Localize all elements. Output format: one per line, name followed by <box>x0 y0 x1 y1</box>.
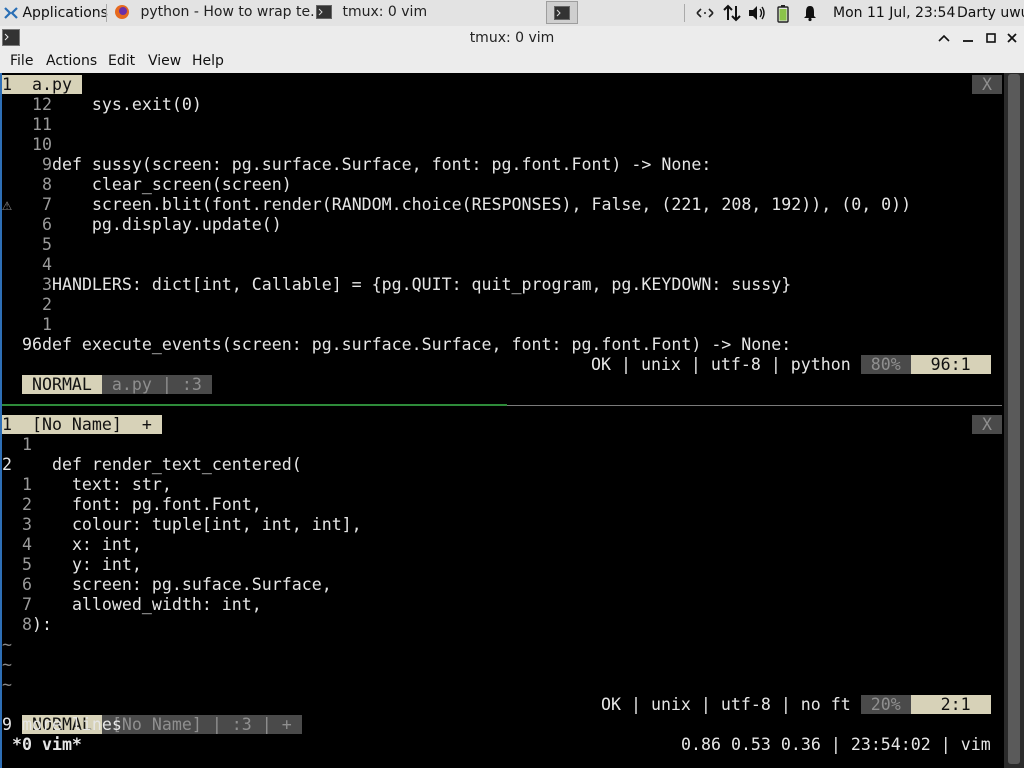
code-line-current: 2 def render_text_centered( <box>2 455 302 474</box>
code-line: 5 <box>41 235 52 254</box>
updown-arrows-icon[interactable] <box>722 0 742 26</box>
tmux-window-list[interactable]: *0 vim* <box>2 735 82 755</box>
pane-separator-active <box>2 404 507 406</box>
code-line: 10 <box>31 135 52 154</box>
panel-divider <box>684 4 685 22</box>
empty-line-tilde: ~ <box>2 675 12 694</box>
code-line: 8): <box>21 615 52 634</box>
menu-file[interactable]: File <box>10 50 33 73</box>
minimize-icon[interactable] <box>960 30 976 46</box>
window-titlebar[interactable]: tmux: 0 vim <box>0 26 1024 51</box>
network-icon[interactable] <box>694 0 716 26</box>
code-line: 3 colour: tuple[int, int, int], <box>21 515 362 534</box>
user-menu[interactable]: Darty uwu <box>957 0 1024 26</box>
code-line: ⚠ 7 screen.blit(font.render(RANDOM.choic… <box>2 195 912 214</box>
code-line: 8 clear_screen(screen) <box>41 175 292 194</box>
terminal-scrollbar-thumb[interactable] <box>1008 74 1020 764</box>
command-message: 9 more lines <box>2 715 122 734</box>
code-line: 6 pg.display.update() <box>41 215 282 234</box>
code-line: 3HANDLERS: dict[int, Callable] = {pg.QUI… <box>41 275 792 294</box>
code-line: 7 allowed_width: int, <box>21 595 262 614</box>
code-line: 11 <box>31 115 52 134</box>
notification-bell-icon[interactable] <box>802 0 818 26</box>
menu-actions[interactable]: Actions <box>46 50 97 73</box>
file-info: [No Name] | :3 | + <box>101 715 302 734</box>
terminal-icon <box>554 6 570 20</box>
top-panel: Applications python - How to wrap te... … <box>0 0 1024 27</box>
menu-edit[interactable]: Edit <box>108 50 135 73</box>
code-line: 6 screen: pg.suface.Surface, <box>21 575 332 594</box>
close-window-icon[interactable] <box>1004 30 1020 46</box>
code-line: 4 x: int, <box>21 535 142 554</box>
minimize-window-icon[interactable] <box>936 30 952 46</box>
code-line: 1 <box>41 315 52 334</box>
mode-indicator: NORMAL <box>21 375 102 394</box>
taskbar-item-terminal[interactable]: tmux: 0 vim <box>312 1 508 24</box>
code-line: 1 text: str, <box>21 475 172 494</box>
bottom-tab-close[interactable]: X <box>972 415 1002 435</box>
code-line-current: 96def execute_events(screen: pg.surface.… <box>21 335 792 354</box>
empty-line-tilde: ~ <box>2 635 12 654</box>
menu-help[interactable]: Help <box>192 50 224 73</box>
taskbar-item-active-terminal[interactable] <box>546 1 578 24</box>
code-line: 1 <box>21 435 32 454</box>
maximize-icon[interactable] <box>983 30 999 46</box>
file-info: a.py | :3 <box>101 375 212 394</box>
firefox-icon <box>114 4 130 20</box>
code-line: 4 <box>41 255 52 274</box>
top-status-right: OK | unix | utf-8 | python 80% 96:1 <box>591 355 991 374</box>
tab-a-py[interactable]: 1 a.py <box>2 75 82 94</box>
menu-view[interactable]: View <box>148 50 181 73</box>
code-line: 2 <box>41 295 52 314</box>
menu-bar: File Actions Edit View Help <box>0 50 1024 73</box>
panel-divider <box>106 4 107 22</box>
bottom-tabline: 1 [No Name] + <box>2 415 162 435</box>
code-line: 5 y: int, <box>21 555 142 574</box>
xfce-logo-icon <box>4 6 18 20</box>
window-title: tmux: 0 vim <box>469 30 555 46</box>
code-line: 2 font: pg.font.Font, <box>21 495 262 514</box>
bottom-status-right: OK | unix | utf-8 | no ft 20% 2:1 <box>601 695 991 714</box>
empty-line-tilde: ~ <box>2 655 12 674</box>
tmux-status-right: 0.86 0.53 0.36 | 23:54:02 | vim <box>681 735 1001 754</box>
code-line: 12 sys.exit(0) <box>31 95 202 114</box>
clock[interactable]: Mon 11 Jul, 23:54 <box>833 0 955 26</box>
warning-icon: ⚠ <box>2 195 12 214</box>
tab-no-name[interactable]: 1 [No Name] + <box>2 415 162 434</box>
applications-menu[interactable]: Applications <box>4 0 108 26</box>
top-tabline: 1 a.py <box>2 75 82 95</box>
taskbar-item-browser[interactable]: python - How to wrap te... <box>110 1 323 24</box>
top-tab-close[interactable]: X <box>972 75 1002 95</box>
code-line: 9def sussy(screen: pg.surface.Surface, f… <box>41 155 712 174</box>
volume-icon[interactable] <box>747 0 767 26</box>
battery-icon[interactable] <box>776 0 790 26</box>
terminal-icon <box>316 5 332 19</box>
